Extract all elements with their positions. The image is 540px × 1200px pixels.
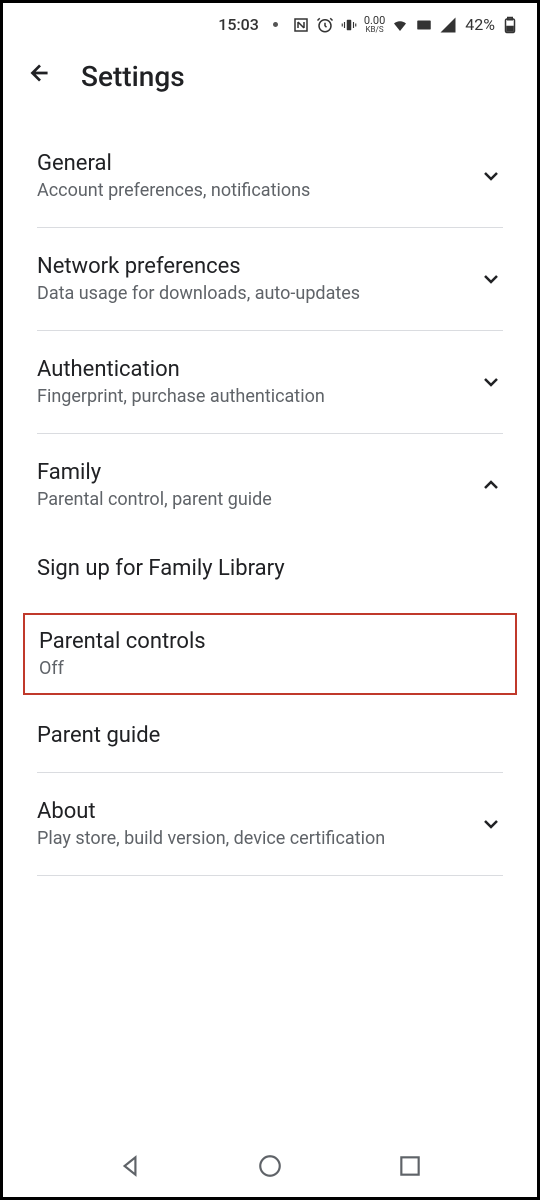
setting-general-title: General: [37, 151, 467, 176]
setting-auth-subtitle: Fingerprint, purchase authentication: [37, 386, 467, 407]
setting-about[interactable]: About Play store, build version, device …: [37, 773, 503, 875]
status-icons: 0.00 KB/S 42%: [292, 15, 519, 34]
setting-family-title: Family: [37, 460, 467, 485]
vibrate-icon: [340, 16, 358, 34]
app-header: Settings: [3, 42, 537, 125]
signal-icon: [439, 16, 457, 34]
system-nav-bar: [3, 1139, 537, 1197]
nfc-icon: [292, 16, 310, 34]
battery-percent: 42%: [465, 15, 495, 34]
setting-family-subtitle: Parental control, parent guide: [37, 489, 467, 510]
status-time: 15:03: [218, 15, 259, 34]
chevron-down-icon: [479, 164, 503, 188]
divider: [37, 875, 503, 876]
setting-about-subtitle: Play store, build version, device certif…: [37, 828, 467, 849]
volte-icon: [415, 16, 433, 34]
chevron-down-icon: [479, 812, 503, 836]
setting-network-title: Network preferences: [37, 254, 467, 279]
setting-network[interactable]: Network preferences Data usage for downl…: [37, 228, 503, 330]
status-bar: 15:03 0.00 KB/S 42%: [3, 3, 537, 42]
setting-authentication[interactable]: Authentication Fingerprint, purchase aut…: [37, 331, 503, 433]
setting-family[interactable]: Family Parental control, parent guide: [37, 434, 503, 536]
wifi-icon: [391, 16, 409, 34]
chevron-up-icon: [479, 473, 503, 497]
setting-auth-title: Authentication: [37, 357, 467, 382]
status-separator-dot: [273, 22, 278, 27]
page-title: Settings: [81, 60, 185, 93]
setting-about-title: About: [37, 799, 467, 824]
nav-home-icon[interactable]: [257, 1153, 283, 1179]
parental-controls-title: Parental controls: [39, 629, 501, 654]
setting-general[interactable]: General Account preferences, notificatio…: [37, 125, 503, 227]
battery-icon: [501, 16, 519, 34]
setting-general-subtitle: Account preferences, notifications: [37, 180, 467, 201]
parental-controls-highlight: Parental controls Off: [23, 613, 517, 695]
alarm-icon: [316, 16, 334, 34]
network-speed: 0.00 KB/S: [364, 15, 385, 34]
family-parent-guide[interactable]: Parent guide: [37, 703, 503, 772]
nav-recent-icon[interactable]: [397, 1153, 423, 1179]
parent-guide-label: Parent guide: [37, 723, 503, 748]
settings-list: General Account preferences, notificatio…: [3, 125, 537, 876]
family-signup-library[interactable]: Sign up for Family Library: [37, 536, 503, 605]
chevron-down-icon: [479, 267, 503, 291]
parental-controls-status: Off: [39, 658, 501, 679]
back-arrow-icon[interactable]: [27, 60, 53, 93]
nav-back-icon[interactable]: [117, 1153, 143, 1179]
setting-network-subtitle: Data usage for downloads, auto-updates: [37, 283, 467, 304]
family-parental-controls[interactable]: Parental controls Off: [39, 629, 501, 679]
family-signup-label: Sign up for Family Library: [37, 556, 503, 581]
chevron-down-icon: [479, 370, 503, 394]
